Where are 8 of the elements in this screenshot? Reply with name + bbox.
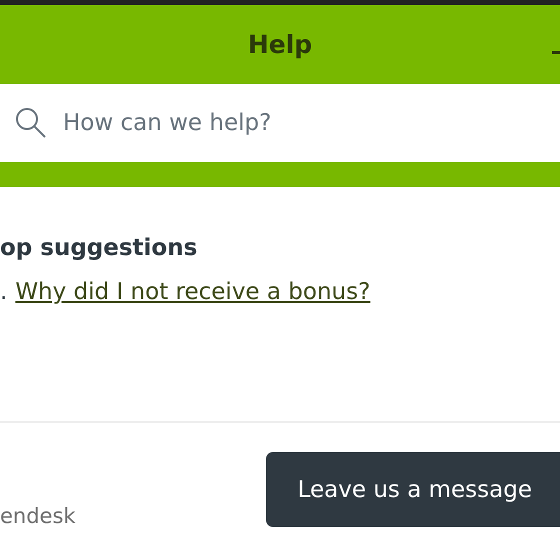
search-field[interactable]: How can we help? — [0, 84, 560, 162]
section-heading: op suggestions — [0, 235, 198, 261]
article-link[interactable]: Why did I not receive a bonus? — [15, 279, 370, 305]
brand-logo: endesk — [0, 504, 76, 528]
list-number: . — [0, 279, 8, 305]
header-title: Help — [248, 30, 312, 58]
search-icon — [14, 106, 47, 139]
message-button[interactable]: Leave us a message — [266, 452, 560, 527]
